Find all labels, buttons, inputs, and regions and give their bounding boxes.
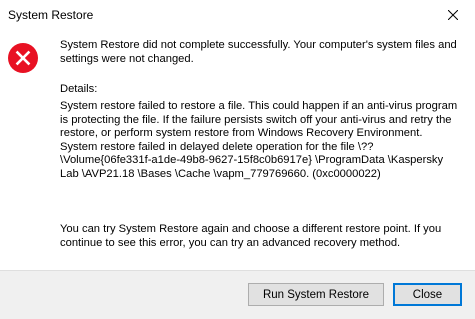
close-icon[interactable] xyxy=(431,0,475,30)
details-text: System restore failed to restore a file.… xyxy=(60,100,458,180)
button-bar: Run System Restore Close xyxy=(0,270,475,319)
dialog-content: System Restore did not complete successf… xyxy=(0,30,475,270)
error-icon xyxy=(7,42,39,74)
close-button[interactable]: Close xyxy=(393,283,462,306)
title-bar: System Restore xyxy=(0,0,475,30)
hint-message: You can try System Restore again and cho… xyxy=(60,223,442,249)
window-title: System Restore xyxy=(8,8,94,22)
run-system-restore-button[interactable]: Run System Restore xyxy=(248,283,384,306)
main-message: System Restore did not complete successf… xyxy=(60,39,457,65)
details-label: Details: xyxy=(60,83,98,95)
